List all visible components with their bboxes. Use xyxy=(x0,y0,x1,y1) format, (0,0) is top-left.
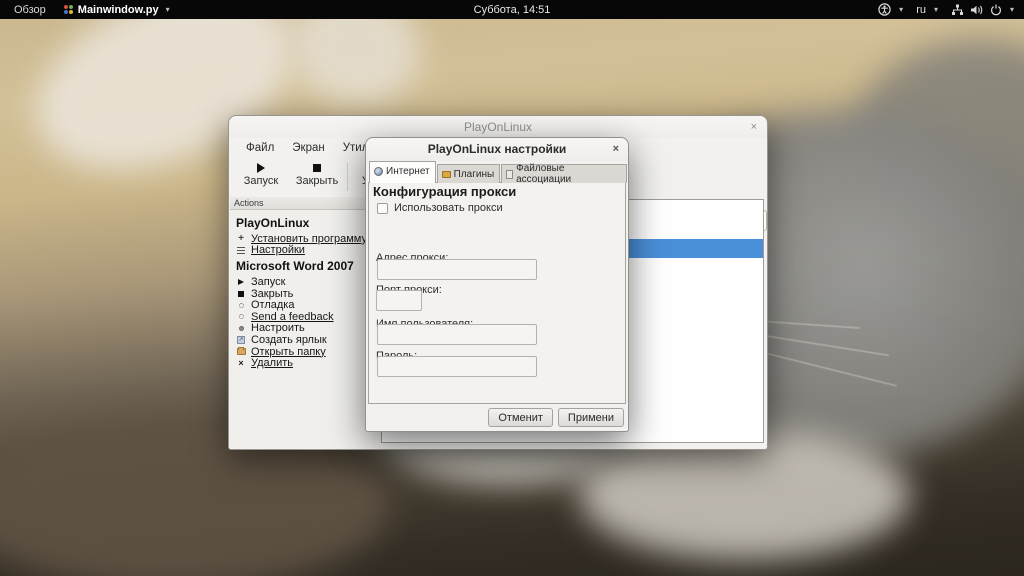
apply-button[interactable]: Примени xyxy=(557,408,624,427)
chevron-down-icon: ▾ xyxy=(933,5,938,14)
gear-icon xyxy=(238,302,244,308)
network-icon xyxy=(951,4,963,15)
checkbox-icon[interactable] xyxy=(377,202,388,214)
keyboard-layout-label: ru xyxy=(916,3,926,16)
menu-display[interactable]: Экран xyxy=(283,142,333,154)
actions-sidebar: Actions PlayOnLinux + Установить програм… xyxy=(230,197,376,448)
sidebar-section-playonlinux: PlayOnLinux xyxy=(236,216,310,230)
proxy-config-heading: Конфигурация прокси xyxy=(373,184,517,199)
dialog-title: PlayOnLinux настройки xyxy=(427,142,567,156)
dialog-button-bar: Отменит Примени xyxy=(366,404,628,431)
app-menu-label: Mainwindow.py xyxy=(77,3,159,16)
sidebar-item-install-program[interactable]: + Установить программу xyxy=(236,233,374,245)
tab-internet[interactable]: Интернет xyxy=(369,161,436,183)
play-icon xyxy=(257,163,265,173)
settings-dialog: PlayOnLinux настройки × Интернет Плагины… xyxy=(365,137,629,432)
sidebar-item-open-folder[interactable]: Открыть папку xyxy=(236,346,374,358)
sidebar-item-close[interactable]: Закрыть xyxy=(236,288,374,300)
main-window-title: PlayOnLinux xyxy=(463,120,533,134)
accessibility-menu[interactable]: ▾ xyxy=(878,3,903,16)
plugin-icon xyxy=(441,170,451,178)
proxy-port-input[interactable] xyxy=(376,290,422,311)
folder-icon xyxy=(236,347,246,356)
list-icon xyxy=(237,246,245,254)
power-icon xyxy=(991,4,1001,15)
play-icon xyxy=(238,278,244,285)
dialog-tabs: Интернет Плагины Файловые ассоциации xyxy=(369,161,628,185)
stop-icon xyxy=(313,164,321,172)
close-program-button[interactable]: Закрыть xyxy=(285,161,349,187)
volume-icon xyxy=(970,5,983,14)
sidebar-item-delete[interactable]: × Удалить xyxy=(236,357,374,369)
desktop-wallpaper: Обзор Mainwindow.py ▾ Суббота, 14:51 ▾ r… xyxy=(0,0,1024,576)
close-icon[interactable]: × xyxy=(751,116,757,138)
run-button[interactable]: Запуск xyxy=(229,161,293,187)
dialog-titlebar[interactable]: PlayOnLinux настройки × xyxy=(366,138,628,161)
close-icon[interactable]: × xyxy=(613,138,619,161)
use-proxy-checkbox-row[interactable]: Использовать прокси xyxy=(377,202,503,214)
main-window-titlebar[interactable]: PlayOnLinux × xyxy=(229,116,767,138)
app-menu-button[interactable]: Mainwindow.py ▾ xyxy=(63,3,170,16)
sidebar-header: Actions xyxy=(230,197,376,210)
globe-icon xyxy=(374,167,383,176)
file-association-icon xyxy=(506,169,514,179)
sidebar-item-debug[interactable]: Отладка xyxy=(236,299,374,311)
playonlinux-app-icon xyxy=(63,5,73,14)
chevron-down-icon: ▾ xyxy=(899,5,904,14)
system-status-menu[interactable]: ▾ xyxy=(951,4,1014,16)
sidebar-item-configure[interactable]: Настроить xyxy=(236,322,374,334)
shortcut-icon: ↗ xyxy=(237,335,245,344)
accessibility-icon xyxy=(878,3,891,16)
use-proxy-label: Использовать прокси xyxy=(394,202,503,214)
toolbar-separator xyxy=(347,163,348,191)
gear-icon xyxy=(238,314,244,320)
run-button-label: Запуск xyxy=(243,175,279,187)
sidebar-item-settings[interactable]: Настройки xyxy=(236,244,374,256)
activities-button[interactable]: Обзор xyxy=(10,4,50,16)
plus-icon: + xyxy=(238,232,244,244)
clock-label[interactable]: Суббота, 14:51 xyxy=(474,4,551,16)
chevron-down-icon: ▾ xyxy=(165,5,170,14)
sidebar-item-send-feedback[interactable]: Send a feedback xyxy=(236,311,374,323)
proxy-username-input[interactable] xyxy=(377,324,537,345)
proxy-password-input[interactable] xyxy=(377,356,537,377)
keyboard-layout-menu[interactable]: ru ▾ xyxy=(916,4,938,16)
tab-file-associations[interactable]: Файловые ассоциации xyxy=(501,163,627,185)
cross-icon: × xyxy=(238,358,244,369)
sidebar-item-run[interactable]: Запуск xyxy=(236,276,374,288)
proxy-address-input[interactable] xyxy=(377,259,537,280)
gnome-top-bar: Обзор Mainwindow.py ▾ Суббота, 14:51 ▾ r… xyxy=(0,0,1024,19)
tab-plugins[interactable]: Плагины xyxy=(436,164,501,183)
close-button-label: Закрыть xyxy=(295,175,339,187)
chevron-down-icon: ▾ xyxy=(1009,5,1014,14)
menu-file[interactable]: Файл xyxy=(237,142,283,154)
sidebar-item-create-shortcut[interactable]: ↗ Создать ярлык xyxy=(236,334,374,346)
cancel-button[interactable]: Отменит xyxy=(488,408,553,427)
configure-icon xyxy=(238,325,244,331)
stop-icon xyxy=(238,290,244,297)
sidebar-section-msword: Microsoft Word 2007 xyxy=(236,259,354,274)
dialog-content: Конфигурация прокси Использовать прокси … xyxy=(368,182,626,404)
